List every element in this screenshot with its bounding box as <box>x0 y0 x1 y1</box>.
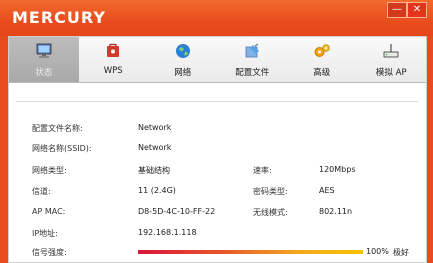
tab-status-label: 状态 <box>35 68 53 78</box>
profile-icon <box>245 43 260 58</box>
brand-logo: MERCURY <box>12 8 106 27</box>
ip-label: IP地址: <box>32 229 58 238</box>
channel-value: 11 (2.4G) <box>138 186 176 195</box>
tab-status[interactable]: 状态 <box>9 37 79 83</box>
rate-label: 速率: <box>253 166 272 175</box>
globe-icon <box>175 44 190 58</box>
wps-lock-icon <box>107 43 120 57</box>
tab-advanced-label: 高级 <box>313 68 331 78</box>
close-button[interactable]: ✕ <box>407 2 427 18</box>
ssid-value: Network <box>138 143 172 152</box>
status-panel: 配置文件名称: Network 网络名称(SSID): Network 网络类型… <box>8 82 427 263</box>
gears-icon <box>314 44 330 57</box>
window-controls: — ✕ <box>387 2 427 18</box>
router-icon <box>383 44 399 58</box>
wireless-mode-label: 无线模式: <box>253 208 288 217</box>
rate-value: 120Mbps <box>319 165 356 174</box>
title-bar: MERCURY — ✕ <box>0 0 433 36</box>
ssid-label: 网络名称(SSID): <box>32 144 92 153</box>
ap-mac-value: D8-5D-4C-10-FF-22 <box>138 207 216 216</box>
tab-profile[interactable]: 配置文件 <box>218 37 288 83</box>
tab-profile-label: 配置文件 <box>235 68 270 78</box>
profile-name-label: 配置文件名称: <box>32 124 83 133</box>
tab-network-label: 网络 <box>174 68 192 78</box>
key-type-value: AES <box>319 186 335 195</box>
ip-value: 192.168.1.118 <box>138 228 197 237</box>
info-box: 配置文件名称: Network 网络名称(SSID): Network 网络类型… <box>16 101 418 262</box>
tab-advanced[interactable]: 高级 <box>287 37 357 83</box>
tab-simulated-ap[interactable]: 模拟 AP <box>357 37 427 83</box>
signal-quality: 极好 <box>393 248 409 257</box>
tab-wps[interactable]: WPS <box>79 37 149 83</box>
signal-percent: 100% <box>366 247 389 256</box>
tab-wps-label: WPS <box>103 66 123 76</box>
ap-mac-label: AP MAC: <box>32 207 66 216</box>
monitor-icon <box>36 43 52 58</box>
wireless-mode-value: 802.11n <box>319 207 353 216</box>
channel-label: 信道: <box>32 187 51 196</box>
tab-network[interactable]: 网络 <box>148 37 218 83</box>
network-type-value: 基础结构 <box>138 166 170 175</box>
key-type-label: 密码类型: <box>253 187 288 196</box>
tab-simulated-ap-label: 模拟 AP <box>375 68 407 78</box>
profile-name-value: Network <box>138 123 172 132</box>
minimize-button[interactable]: — <box>387 2 407 18</box>
network-type-label: 网络类型: <box>32 166 67 175</box>
signal-strength-bar <box>138 250 363 254</box>
signal-strength-label: 信号强度: <box>32 248 67 257</box>
main-toolbar: 状态 WPS 网络 配置文件 高级 模拟 AP <box>8 36 427 83</box>
